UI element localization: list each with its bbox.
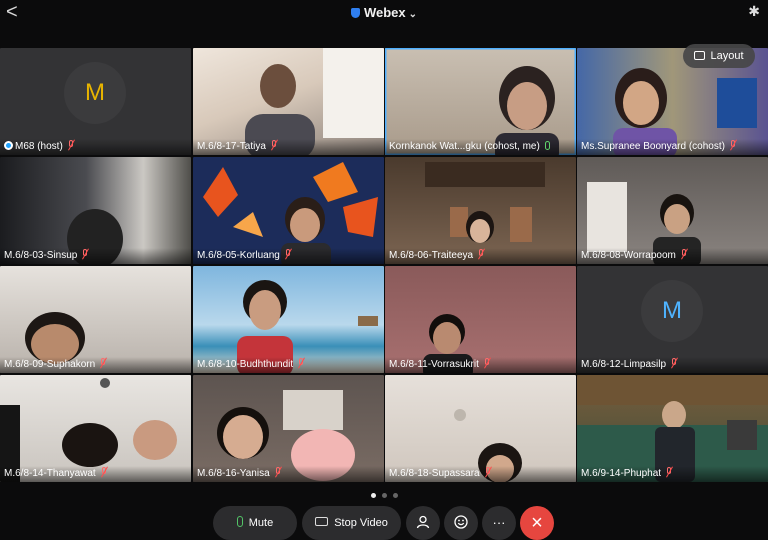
participant-tile[interactable]: M.6/8-16-Yanisa [193, 375, 384, 482]
page-dot[interactable] [392, 493, 398, 498]
video-grid: M M68 (host) M.6/8-17-Tatiya Kornkanok W… [0, 48, 768, 482]
microphone-icon [236, 516, 243, 527]
participants-button[interactable] [406, 506, 440, 540]
participant-name: M.6/8-06-Traiteeya [385, 248, 576, 264]
participant-tile[interactable]: M.6/8-06-Traiteeya [385, 157, 576, 264]
avatar: M [64, 62, 126, 124]
camera-icon [315, 517, 329, 526]
mic-muted-icon [101, 467, 108, 477]
participant-name: M.6/8-11-Vorrasukrit [385, 357, 576, 373]
participant-tile[interactable]: M.6/8-18-Supassara [385, 375, 576, 482]
more-icon: ··· [492, 515, 506, 530]
reactions-button[interactable] [444, 506, 478, 540]
mic-muted-icon [285, 249, 292, 259]
participant-name: M.6/8-05-Korluang [193, 248, 384, 264]
app-title: Webex [363, 5, 406, 20]
participant-tile[interactable]: M.6/8-17-Tatiya [193, 48, 384, 155]
mic-muted-icon [298, 358, 305, 368]
mic-muted-icon [485, 467, 492, 477]
participant-tile[interactable]: M M.6/8-12-Limpasilp [577, 266, 768, 373]
close-icon: × [531, 512, 543, 534]
bluetooth-icon: ✱ [748, 3, 760, 19]
participant-name: M.6/8-08-Worrapoom [577, 248, 768, 264]
mic-muted-icon [82, 249, 89, 259]
stop-video-button[interactable]: Stop Video [302, 506, 401, 540]
participant-tile-self[interactable]: Kornkanok Wat...gku (cohost, me) [385, 48, 576, 155]
participant-tile[interactable]: M.6/8-05-Korluang [193, 157, 384, 264]
participant-name: M.6/8-10-Budhthundit [193, 357, 384, 373]
mic-on-icon [544, 141, 550, 150]
participant-name: M.6/8-12-Limpasilp [577, 357, 768, 373]
participant-name: M.6/9-14-Phuphat [577, 466, 768, 482]
leave-meeting-button[interactable]: × [520, 506, 554, 540]
participant-name: M68 (host) [0, 139, 191, 155]
participant-tile[interactable]: M.6/9-14-Phuphat [577, 375, 768, 482]
participant-name: M.6/8-09-Suphakorn [0, 357, 191, 373]
smiley-icon [454, 515, 468, 529]
participant-name: M.6/8-16-Yanisa [193, 466, 384, 482]
page-dot[interactable] [381, 493, 387, 498]
participant-name: M.6/8-17-Tatiya [193, 139, 384, 155]
meeting-controls: Mute Stop Video ··· × [0, 506, 768, 540]
host-icon [4, 141, 13, 150]
participant-tile[interactable]: M.6/8-14-Thanyawat [0, 375, 191, 482]
layout-button[interactable]: Layout [683, 44, 755, 68]
mic-muted-icon [671, 358, 678, 368]
participant-tile[interactable]: M.6/8-03-Sinsup [0, 157, 191, 264]
participant-name: Kornkanok Wat...gku (cohost, me) [385, 139, 576, 155]
meeting-title[interactable]: Webex ⌄ [0, 5, 768, 20]
top-bar: < Webex ⌄ ✱ [0, 0, 768, 26]
shield-icon [350, 8, 360, 18]
mic-muted-icon [666, 467, 673, 477]
mic-muted-icon [271, 140, 278, 150]
mic-muted-icon [478, 249, 485, 259]
participant-name: M.6/8-03-Sinsup [0, 248, 191, 264]
participant-name: Ms.Supranee Boonyard (cohost) [577, 139, 768, 155]
mic-muted-icon [275, 467, 282, 477]
mic-muted-icon [730, 140, 737, 150]
layout-icon [694, 51, 706, 60]
mic-muted-icon [681, 249, 688, 259]
participant-tile[interactable]: M.6/8-11-Vorrasukrit [385, 266, 576, 373]
participant-tile[interactable]: M.6/8-08-Worrapoom [577, 157, 768, 264]
mute-button[interactable]: Mute [213, 506, 297, 540]
participant-tile[interactable]: M M68 (host) [0, 48, 191, 155]
person-icon [416, 515, 430, 529]
page-indicator[interactable] [0, 485, 768, 503]
chevron-down-icon: ⌄ [408, 9, 418, 20]
mic-muted-icon [484, 358, 491, 368]
more-options-button[interactable]: ··· [482, 506, 516, 540]
mic-muted-icon [68, 140, 75, 150]
participant-name: M.6/8-14-Thanyawat [0, 466, 191, 482]
mic-muted-icon [100, 358, 107, 368]
participant-tile[interactable]: M.6/8-10-Budhthundit [193, 266, 384, 373]
avatar: M [641, 280, 703, 342]
page-dot[interactable] [370, 493, 376, 498]
participant-name: M.6/8-18-Supassara [385, 466, 576, 482]
participant-tile[interactable]: M.6/8-09-Suphakorn [0, 266, 191, 373]
